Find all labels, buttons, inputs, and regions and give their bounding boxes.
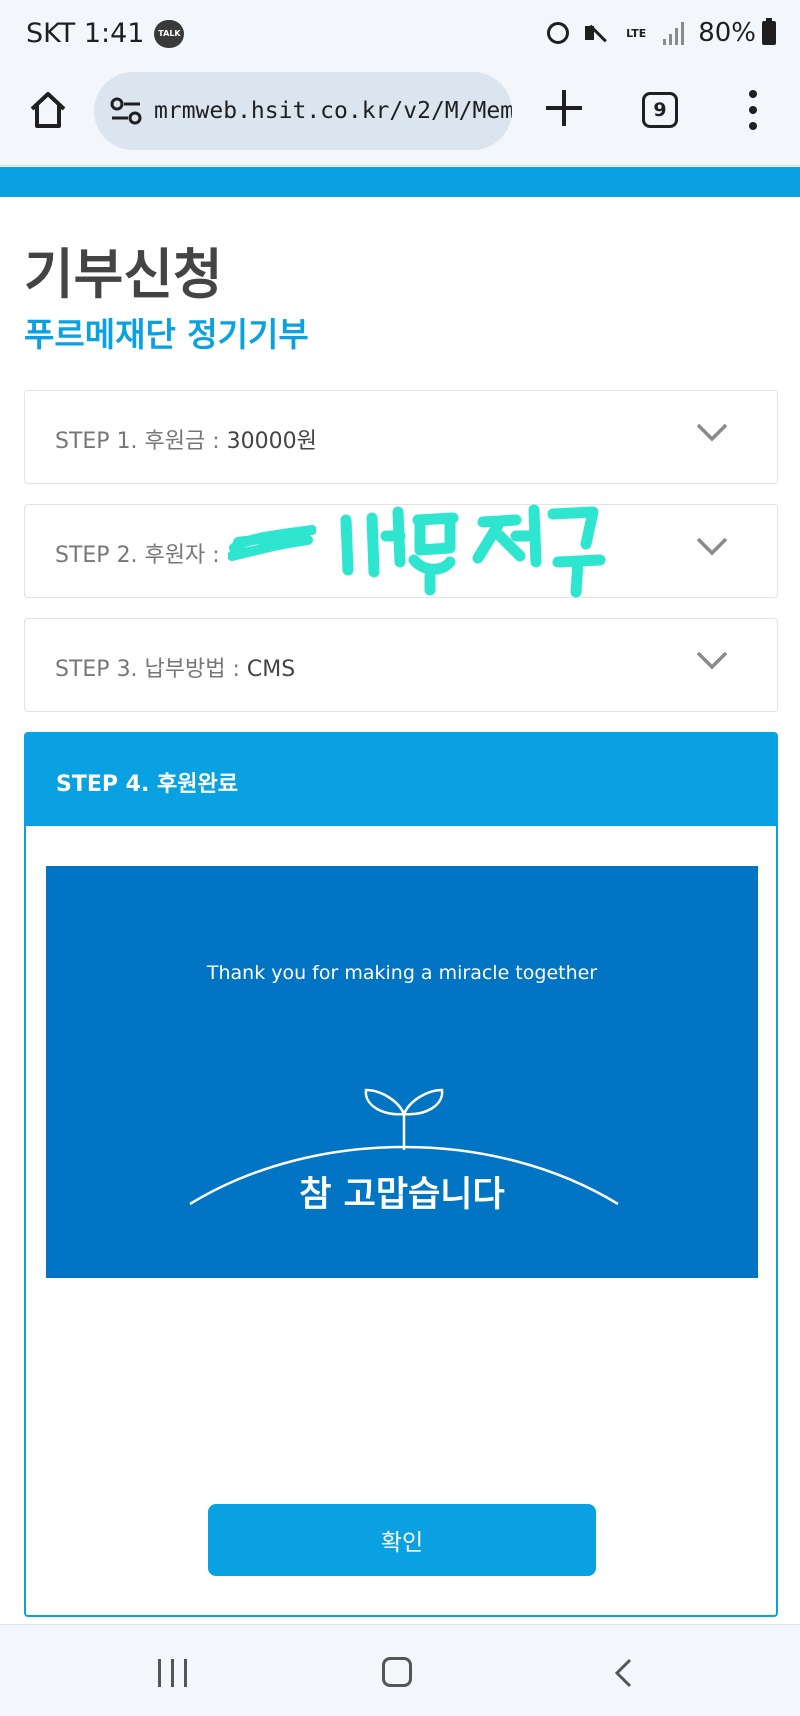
battery-icon bbox=[762, 18, 776, 45]
thank-you-banner: Thank you for making a miracle together … bbox=[46, 866, 758, 1278]
banner-english-text: Thank you for making a miracle together bbox=[206, 962, 598, 984]
address-bar[interactable]: mrmweb.hsit.co.kr/v2/M/Memb bbox=[94, 72, 512, 150]
step-1-title: STEP 1. 후원금 : bbox=[55, 429, 227, 454]
status-bar: SKT 1:41 TALK LTE 80% bbox=[0, 0, 800, 70]
plus-icon[interactable] bbox=[544, 88, 584, 128]
android-nav-bar bbox=[0, 1624, 800, 1716]
url-text: mrmweb.hsit.co.kr/v2/M/Memb bbox=[154, 98, 512, 124]
lte-icon: LTE bbox=[626, 26, 647, 40]
battery-status: 80% bbox=[698, 18, 776, 48]
handwritten-annotation bbox=[340, 504, 606, 598]
page-title: 기부신청 bbox=[24, 243, 223, 306]
more-vert-icon[interactable] bbox=[745, 90, 761, 130]
step-3-title: STEP 3. 납부방법 : bbox=[55, 657, 247, 682]
tune-icon[interactable] bbox=[110, 97, 142, 125]
step-2-label: STEP 2. 후원자 : bbox=[55, 537, 220, 569]
confirm-button[interactable]: 확인 bbox=[208, 1504, 596, 1576]
chevron-down-icon[interactable] bbox=[695, 649, 729, 671]
step-4-title: STEP 4. 후원완료 bbox=[56, 772, 238, 797]
step-4-header: STEP 4. 후원완료 bbox=[26, 734, 776, 826]
banner-korean-text: 참 고맙습니다 bbox=[299, 1175, 505, 1215]
step-4-panel: STEP 4. 후원완료 Thank you for making a mira… bbox=[24, 732, 778, 1617]
mute-icon bbox=[583, 20, 609, 46]
nav-home-icon[interactable] bbox=[382, 1657, 412, 1687]
status-left: SKT 1:41 TALK bbox=[26, 18, 185, 49]
chevron-down-icon[interactable] bbox=[695, 535, 729, 557]
tabs-icon[interactable]: 9 bbox=[642, 92, 678, 128]
redaction-scribble bbox=[228, 525, 316, 561]
browser-toolbar: mrmweb.hsit.co.kr/v2/M/Memb 9 bbox=[0, 70, 800, 166]
status-right: LTE 80% bbox=[547, 18, 776, 48]
step-1-card[interactable]: STEP 1. 후원금 : 30000원 bbox=[24, 390, 778, 484]
battery-percent: 80% bbox=[698, 18, 756, 48]
step-1-value: 30000원 bbox=[226, 429, 317, 454]
kakaotalk-icon: TALK bbox=[154, 19, 185, 48]
chevron-down-icon[interactable] bbox=[695, 421, 729, 443]
step-3-value: CMS bbox=[246, 657, 296, 682]
alarm-icon bbox=[547, 22, 570, 44]
home-icon[interactable] bbox=[28, 90, 68, 130]
back-icon[interactable] bbox=[612, 1657, 634, 1689]
page-subtitle: 푸르메재단 정기기부 bbox=[24, 315, 309, 354]
step-2-title: STEP 2. 후원자 : bbox=[55, 543, 220, 568]
recents-icon[interactable] bbox=[158, 1659, 190, 1687]
header-band bbox=[0, 167, 800, 197]
signal-icon bbox=[663, 21, 685, 45]
step-1-label: STEP 1. 후원금 : 30000원 bbox=[55, 423, 317, 455]
step-3-card[interactable]: STEP 3. 납부방법 : CMS bbox=[24, 618, 778, 712]
carrier-time: SKT 1:41 bbox=[26, 18, 145, 49]
step-3-label: STEP 3. 납부방법 : CMS bbox=[55, 651, 295, 683]
